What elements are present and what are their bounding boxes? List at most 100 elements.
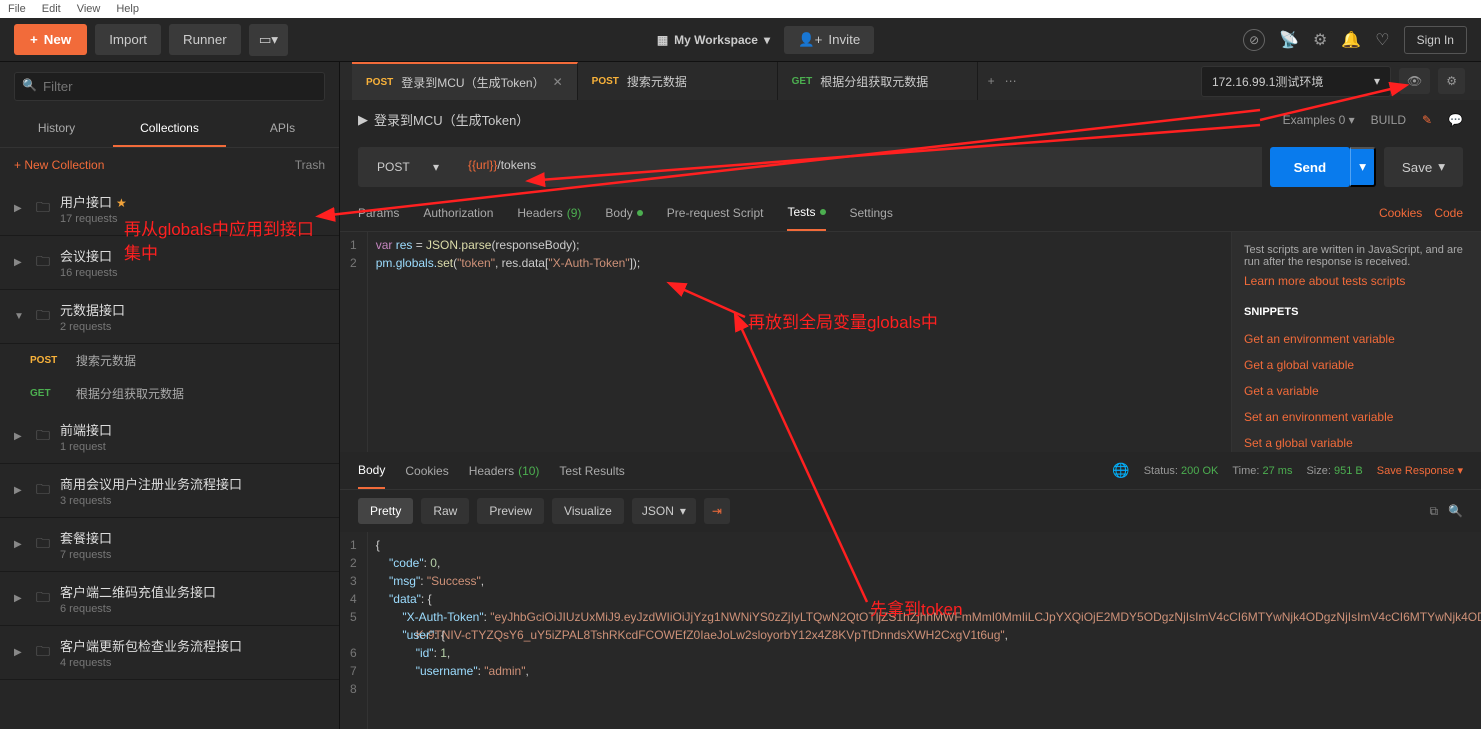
menu-file[interactable]: File bbox=[8, 3, 26, 15]
menu-help[interactable]: Help bbox=[116, 3, 139, 15]
search-icon: 🔍 bbox=[22, 78, 37, 92]
visualize-button[interactable]: Visualize bbox=[552, 498, 624, 524]
edit-icon[interactable]: ✎ bbox=[1422, 113, 1432, 127]
cookies-link[interactable]: Cookies bbox=[1379, 206, 1422, 220]
chevron-right-icon: ▶ bbox=[14, 593, 26, 604]
new-collection-button[interactable]: + New Collection bbox=[14, 158, 104, 172]
env-settings-icon[interactable]: ⚙ bbox=[1438, 68, 1465, 94]
chevron-down-icon: ▾ bbox=[764, 33, 770, 47]
open-new-icon[interactable]: ▭▾ bbox=[249, 24, 288, 56]
add-tab-button[interactable]: + bbox=[988, 74, 995, 88]
workspace-selector[interactable]: ▦ My Workspace ▾ bbox=[657, 33, 770, 47]
url-input[interactable]: {{url}}/tokens bbox=[458, 147, 1262, 187]
content-area: POST 登录到MCU（生成Token） ✕ POST 搜索元数据 GET 根据… bbox=[340, 62, 1481, 729]
send-dropdown-icon[interactable]: ▾ bbox=[1350, 147, 1376, 187]
more-icon[interactable]: ⋯ bbox=[1005, 74, 1017, 88]
filter-input[interactable] bbox=[14, 72, 325, 101]
test-panel-description: Test scripts are written in JavaScript, … bbox=[1244, 244, 1469, 268]
chevron-down-icon: ▾ bbox=[680, 504, 686, 518]
code-link[interactable]: Code bbox=[1434, 206, 1463, 220]
tab-params[interactable]: Params bbox=[358, 196, 399, 230]
environment-selector[interactable]: 172.16.99.1测试环境▾ bbox=[1201, 66, 1391, 97]
learn-more-link[interactable]: Learn more about tests scripts bbox=[1244, 268, 1469, 294]
response-tab-cookies[interactable]: Cookies bbox=[405, 454, 448, 488]
sync-off-icon[interactable]: ⊘ bbox=[1243, 29, 1265, 51]
tab-settings[interactable]: Settings bbox=[850, 196, 893, 230]
menu-view[interactable]: View bbox=[77, 3, 101, 15]
collection-item[interactable]: ▶ 🗀 会议接口16 requests bbox=[0, 236, 339, 290]
collections-list: ▶ 🗀 用户接口★17 requests ▶ 🗀 会议接口16 requests… bbox=[0, 182, 339, 729]
response-tab-tests[interactable]: Test Results bbox=[559, 454, 624, 488]
menu-edit[interactable]: Edit bbox=[42, 3, 61, 15]
snippet-link[interactable]: Get a variable bbox=[1244, 378, 1469, 404]
breadcrumb: ▶登录到MCU（生成Token） bbox=[358, 110, 529, 129]
tab-headers[interactable]: Headers (9) bbox=[517, 196, 581, 230]
chevron-down-icon: ▼ bbox=[14, 311, 26, 322]
runner-button[interactable]: Runner bbox=[169, 24, 241, 55]
wrap-lines-icon[interactable]: ⇥ bbox=[704, 498, 730, 524]
chevron-right-icon: ▶ bbox=[14, 257, 26, 268]
folder-icon: 🗀 bbox=[36, 479, 50, 503]
tab-body[interactable]: Body bbox=[605, 196, 642, 230]
invite-button[interactable]: 👤+Invite bbox=[784, 26, 874, 54]
collection-item[interactable]: ▶ 🗀 用户接口★17 requests bbox=[0, 182, 339, 236]
search-icon[interactable]: 🔍 bbox=[1448, 504, 1463, 519]
save-button[interactable]: Save▾ bbox=[1384, 147, 1463, 187]
collection-item[interactable]: ▶ 🗀 客户端二维码充值业务接口6 requests bbox=[0, 572, 339, 626]
plus-icon: + bbox=[30, 32, 38, 47]
globe-icon[interactable]: 🌐 bbox=[1112, 462, 1129, 479]
eye-icon[interactable]: 👁 bbox=[1399, 68, 1430, 94]
examples-dropdown[interactable]: Examples 0 ▾ bbox=[1283, 113, 1355, 127]
tab-history[interactable]: History bbox=[0, 111, 113, 147]
response-tab-body[interactable]: Body bbox=[358, 453, 385, 489]
collection-item[interactable]: ▼ 🗀 元数据接口2 requests bbox=[0, 290, 339, 344]
response-tab-headers[interactable]: Headers (10) bbox=[469, 454, 540, 488]
chevron-right-icon: ▶ bbox=[14, 485, 26, 496]
tab-apis[interactable]: APIs bbox=[226, 111, 339, 147]
request-item[interactable]: POST搜索元数据 bbox=[0, 344, 339, 377]
folder-icon: 🗀 bbox=[36, 305, 50, 329]
settings-icon[interactable]: ⚙ bbox=[1313, 30, 1327, 50]
build-button[interactable]: BUILD bbox=[1371, 113, 1406, 127]
close-icon[interactable]: ✕ bbox=[553, 75, 563, 89]
tab-collections[interactable]: Collections bbox=[113, 111, 226, 147]
chevron-right-icon: ▶ bbox=[14, 539, 26, 550]
trash-link[interactable]: Trash bbox=[295, 158, 325, 172]
folder-icon: 🗀 bbox=[36, 641, 50, 665]
comment-icon[interactable]: 💬 bbox=[1448, 113, 1463, 127]
snippet-link[interactable]: Get a global variable bbox=[1244, 352, 1469, 378]
tab-tests[interactable]: Tests bbox=[787, 195, 825, 231]
raw-button[interactable]: Raw bbox=[421, 498, 469, 524]
copy-icon[interactable]: ⧉ bbox=[1429, 504, 1438, 519]
heart-icon[interactable]: ♡ bbox=[1375, 30, 1389, 50]
new-button[interactable]: +New bbox=[14, 24, 87, 55]
test-snippets-panel: Test scripts are written in JavaScript, … bbox=[1231, 232, 1481, 452]
chevron-down-icon: ▾ bbox=[433, 160, 439, 174]
tests-editor[interactable]: 12 var res = JSON.parse(responseBody); p… bbox=[340, 232, 1231, 452]
collection-item[interactable]: ▶ 🗀 前端接口1 request bbox=[0, 410, 339, 464]
method-selector[interactable]: POST▾ bbox=[358, 147, 458, 187]
format-selector[interactable]: JSON▾ bbox=[632, 498, 696, 524]
snippet-link[interactable]: Get an environment variable bbox=[1244, 326, 1469, 352]
collection-item[interactable]: ▶ 🗀 商用会议用户注册业务流程接口3 requests bbox=[0, 464, 339, 518]
response-body[interactable]: 12345678 { "code": 0, "msg": "Success", … bbox=[340, 532, 1481, 729]
antenna-icon[interactable]: 📡 bbox=[1279, 30, 1299, 50]
signin-button[interactable]: Sign In bbox=[1404, 26, 1467, 54]
send-button[interactable]: Send bbox=[1270, 147, 1351, 187]
preview-button[interactable]: Preview bbox=[477, 498, 544, 524]
pretty-button[interactable]: Pretty bbox=[358, 498, 413, 524]
bell-icon[interactable]: 🔔 bbox=[1341, 30, 1361, 50]
request-tab[interactable]: POST 登录到MCU（生成Token） ✕ bbox=[352, 62, 578, 100]
collection-item[interactable]: ▶ 🗀 客户端更新包检查业务流程接口4 requests bbox=[0, 626, 339, 680]
tab-authorization[interactable]: Authorization bbox=[423, 196, 493, 230]
request-tab[interactable]: POST 搜索元数据 bbox=[578, 62, 778, 100]
snippet-link[interactable]: Set an environment variable bbox=[1244, 404, 1469, 430]
request-tab[interactable]: GET 根据分组获取元数据 bbox=[778, 62, 978, 100]
save-response-button[interactable]: Save Response ▾ bbox=[1377, 464, 1463, 477]
tab-prerequest[interactable]: Pre-request Script bbox=[667, 196, 764, 230]
import-button[interactable]: Import bbox=[95, 24, 161, 55]
collection-item[interactable]: ▶ 🗀 套餐接口7 requests bbox=[0, 518, 339, 572]
request-item[interactable]: GET根据分组获取元数据 bbox=[0, 377, 339, 410]
folder-icon: 🗀 bbox=[36, 197, 50, 221]
request-tabs: POST 登录到MCU（生成Token） ✕ POST 搜索元数据 GET 根据… bbox=[340, 62, 1481, 100]
